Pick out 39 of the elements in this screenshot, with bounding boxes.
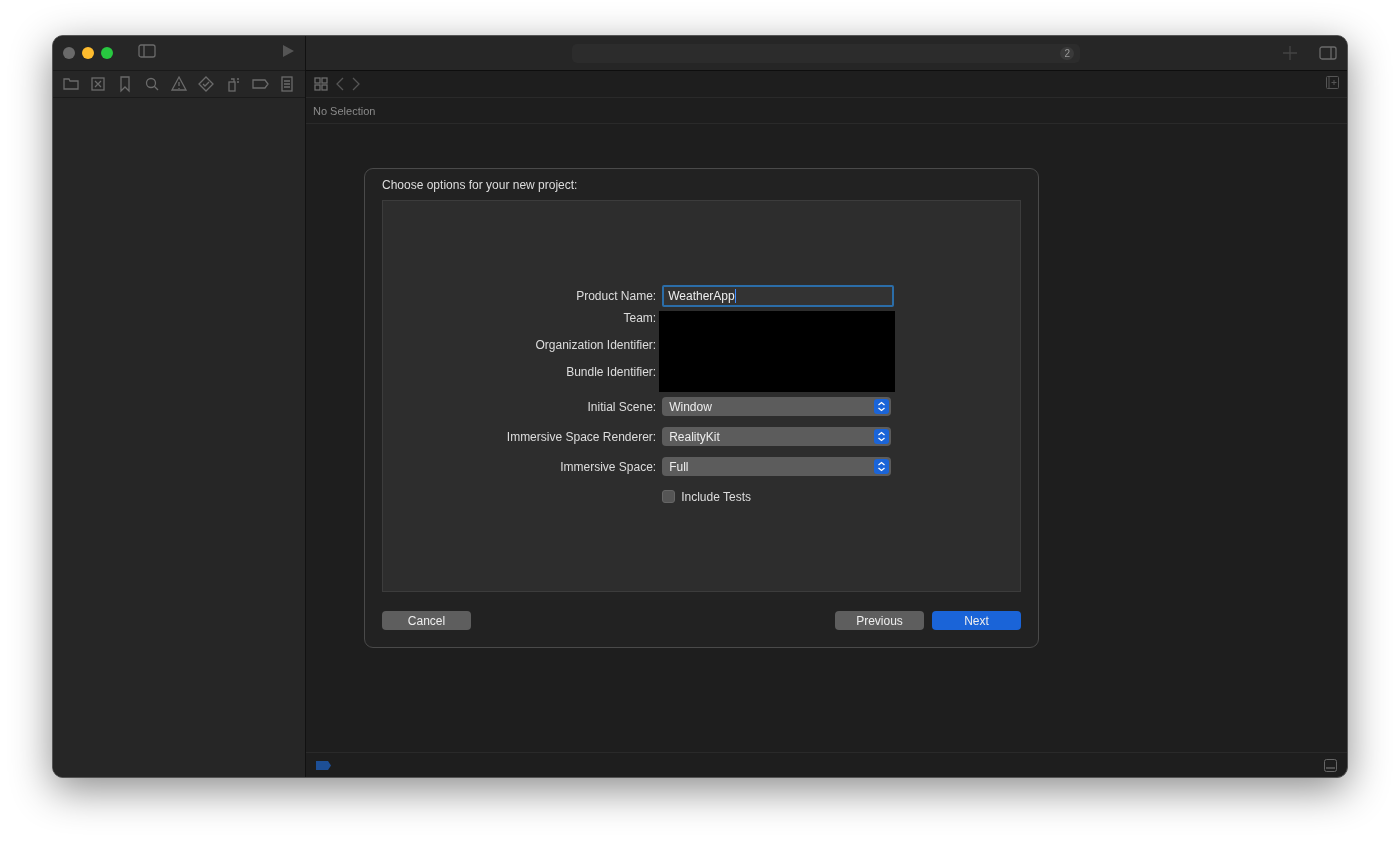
field-label: Product Name: bbox=[575, 287, 657, 305]
count-badge: 2 bbox=[1060, 46, 1074, 60]
close-button[interactable] bbox=[63, 47, 75, 59]
x-square-icon[interactable] bbox=[88, 75, 107, 93]
inspector-toggle-icon[interactable] bbox=[1319, 46, 1337, 60]
field-label: Bundle Identifier: bbox=[565, 364, 657, 381]
dialog-title: Choose options for your new project: bbox=[382, 178, 579, 192]
add-editor-icon[interactable] bbox=[1326, 76, 1339, 89]
checkbox[interactable] bbox=[662, 490, 676, 503]
sidebar-toggle-icon[interactable] bbox=[138, 44, 156, 58]
diamond-check-icon[interactable] bbox=[197, 75, 216, 93]
field-label: Immersive Space Renderer: bbox=[506, 428, 657, 446]
play-icon[interactable] bbox=[281, 44, 295, 58]
folder-icon[interactable] bbox=[61, 75, 80, 93]
checkbox-label: Include Tests bbox=[681, 489, 751, 504]
popup-button[interactable]: Full bbox=[662, 457, 892, 476]
forward-icon[interactable] bbox=[352, 77, 360, 91]
grid-icon[interactable] bbox=[314, 77, 328, 91]
dialog-button[interactable]: Previous bbox=[835, 611, 924, 630]
stepper-icon bbox=[874, 429, 890, 444]
dialog-button[interactable]: Next bbox=[932, 611, 1021, 630]
plus-icon[interactable] bbox=[1283, 46, 1297, 60]
popup-button[interactable]: RealityKit bbox=[662, 427, 892, 446]
stepper-icon bbox=[874, 459, 890, 474]
stepper-icon bbox=[874, 399, 890, 414]
field-label: Immersive Space: bbox=[559, 458, 657, 476]
text-field[interactable]: WeatherApp bbox=[662, 284, 895, 307]
back-icon[interactable] bbox=[336, 77, 344, 91]
panel-icon[interactable] bbox=[1324, 758, 1337, 772]
minimize-button[interactable] bbox=[82, 47, 94, 59]
jump-bar-text: No Selection bbox=[313, 104, 376, 117]
field-label: Initial Scene: bbox=[586, 398, 657, 416]
zoom-button[interactable] bbox=[101, 47, 113, 59]
field-label: Team: bbox=[622, 310, 657, 327]
field-label: Organization Identifier: bbox=[534, 337, 657, 354]
warning-icon[interactable] bbox=[170, 75, 188, 93]
popup-button[interactable]: Window bbox=[662, 397, 892, 416]
dialog-button[interactable]: Cancel bbox=[382, 611, 471, 630]
tag-icon[interactable] bbox=[316, 760, 331, 770]
